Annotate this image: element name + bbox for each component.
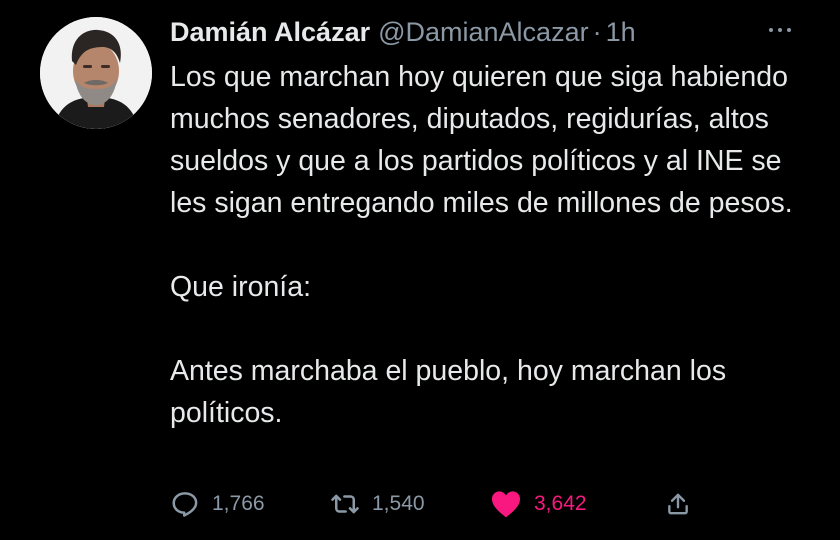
header-separator: · bbox=[592, 17, 602, 47]
author-name[interactable]: Damián Alcázar bbox=[170, 14, 370, 50]
avatar[interactable] bbox=[40, 17, 152, 129]
like-button[interactable]: 3,642 bbox=[490, 489, 665, 519]
tweet-paragraph: Que ironía: bbox=[170, 271, 311, 303]
retweet-button[interactable]: 1,540 bbox=[330, 489, 490, 519]
author-handle[interactable]: @DamianAlcazar bbox=[378, 14, 588, 50]
more-dot bbox=[769, 28, 773, 32]
heart-icon bbox=[492, 491, 520, 518]
tweet-actions: 1,766 1,540 3,642 bbox=[170, 484, 691, 524]
more-dot bbox=[787, 28, 791, 32]
more-icon[interactable] bbox=[762, 22, 798, 38]
more-dot bbox=[778, 28, 782, 32]
avatar-image bbox=[40, 17, 152, 129]
tweet-paragraph: Antes marchaba el pueblo, hoy marchan lo… bbox=[170, 355, 727, 429]
tweet: Damián Alcázar @DamianAlcazar · 1h Los q… bbox=[0, 0, 840, 540]
retweet-count: 1,540 bbox=[372, 492, 425, 515]
reply-button[interactable]: 1,766 bbox=[170, 489, 330, 519]
reply-count: 1,766 bbox=[212, 492, 265, 515]
tweet-paragraph: Los que marchan hoy quieren que siga hab… bbox=[170, 61, 793, 219]
tweet-header: Damián Alcázar @DamianAlcazar · 1h bbox=[170, 14, 636, 50]
tweet-text: Los que marchan hoy quieren que siga hab… bbox=[170, 56, 800, 434]
share-icon bbox=[668, 493, 688, 515]
like-count: 3,642 bbox=[534, 492, 587, 515]
reply-icon bbox=[172, 492, 198, 517]
retweet-icon bbox=[331, 494, 359, 514]
share-button[interactable] bbox=[665, 489, 691, 519]
tweet-timestamp[interactable]: 1h bbox=[606, 14, 636, 50]
